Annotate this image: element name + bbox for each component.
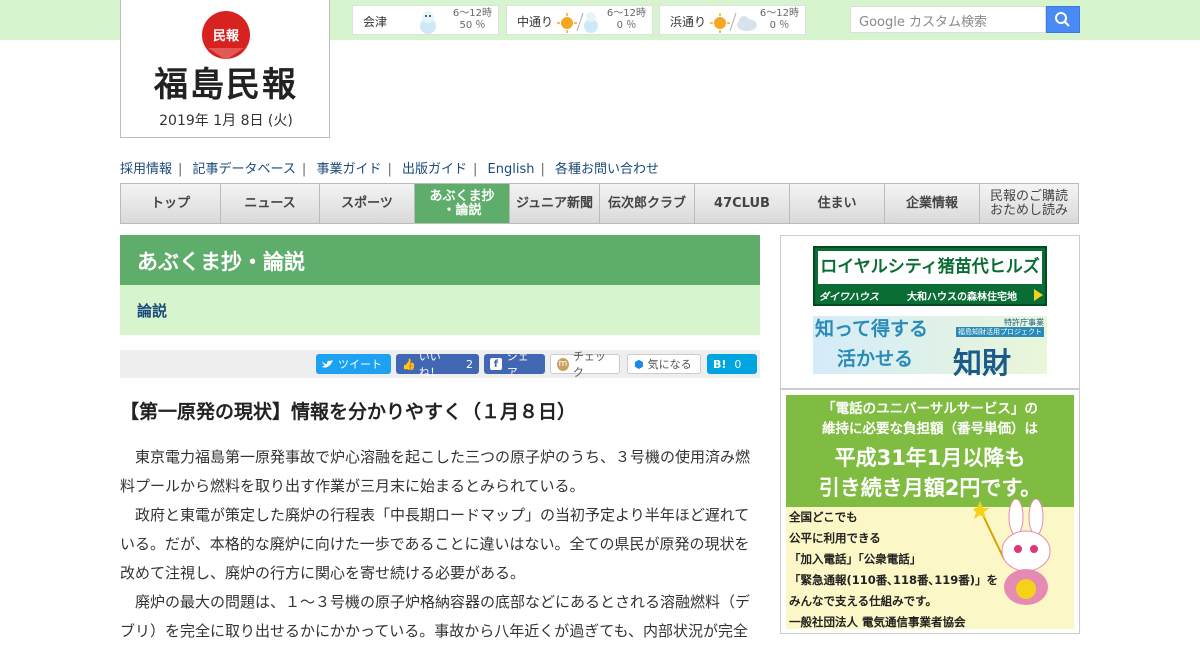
article-paragraph: 東京電力福島第一原発事故で炉心溶融を起こした三つの原子炉のうち、３号機の使用済み… [120, 448, 751, 495]
utilnav-contact[interactable]: 各種お問い合わせ [555, 162, 659, 177]
weather-time: 6～12時 [759, 8, 799, 19]
daiwa-logo: ダイワハウス [819, 292, 879, 303]
logo-brand: 福島民報 [153, 65, 298, 105]
arrow-right-icon [1034, 289, 1043, 301]
universal-line4: 「緊急通報(110番､118番､119番)」を [789, 573, 999, 587]
masthead-date: 2019年 1月 8日 (火) [159, 113, 293, 129]
weather-city: 浜通り [670, 15, 707, 29]
like-count: 2 [466, 357, 473, 371]
nav-top[interactable]: トップ [121, 184, 221, 223]
utilnav-business-guide[interactable]: 事業ガイド [316, 162, 381, 177]
article-body: 東京電力福島第一原発事故で炉心溶融を起こした三つの原子炉のうち、３号機の使用済み… [120, 443, 752, 646]
weather-aizu[interactable]: 会津 6～12時 50 ％ [352, 5, 499, 35]
minpo-logo-icon: 民報 福島民報 [153, 11, 298, 105]
weather-time: 6～12時 [452, 8, 492, 19]
like-label: いいね！ [418, 350, 441, 379]
logo-seal: 民報 [213, 28, 240, 44]
tweet-label: ツイート [338, 358, 382, 371]
twitter-icon [322, 360, 333, 368]
chizai-tag2: 福島知財活用プロジェクト [956, 327, 1044, 337]
nav-company-info[interactable]: 企業情報 [885, 184, 980, 223]
weather-rain: 50 ％ [459, 20, 486, 31]
sidebar-ads: ロイヤルシティ猪苗代ヒルズ ダイワハウス 大和ハウスの森林住宅地 知って得する … [780, 235, 1080, 389]
universal-head1: 「電話のユニバーサルサービス」の [822, 401, 1038, 417]
weather-city: 中通り [517, 15, 554, 29]
site-search: Google カスタム検索 [850, 6, 1080, 33]
chizai-banner[interactable]: 知って得する 活かせる 知財 特許庁事業 福島知財活用プロジェクト [813, 316, 1047, 380]
utilnav-english[interactable]: English [488, 162, 535, 177]
global-nav: トップ ニュース スポーツ あぶくま抄 ・論説 ジュニア新聞 伝次郎クラブ 47… [120, 183, 1079, 224]
facebook-like-button[interactable]: 👍 いいね！ 2 [396, 350, 479, 379]
share-label: シェア [506, 350, 529, 379]
universal-line5: みんなで支える仕組みです。 [789, 594, 938, 608]
chizai-line2: 活かせる [837, 348, 914, 370]
sun-cloud-icon [710, 9, 758, 39]
hatena-bookmark-button[interactable]: B! 0 [707, 354, 757, 374]
share-bar: ツイート 👍 いいね！ 2 f シェア m チェック ⬢ 気になる B! 0 [120, 350, 760, 379]
nav-denjiro-club[interactable]: 伝次郎クラブ [600, 184, 695, 223]
utilnav-article-database[interactable]: 記事データベース [193, 162, 296, 177]
royal-city-title: ロイヤルシティ猪苗代ヒルズ [818, 251, 1042, 284]
search-input[interactable]: Google カスタム検索 [850, 6, 1046, 33]
universal-service-ad[interactable]: 「電話のユニバーサルサービス」の 維持に必要な負担額（番号単価）は 平成31年1… [780, 389, 1080, 634]
universal-big1: 平成31年1月以降も [834, 446, 1026, 470]
nav-news[interactable]: ニュース [221, 184, 320, 223]
search-icon [1055, 12, 1070, 27]
royal-city-banner[interactable]: ロイヤルシティ猪苗代ヒルズ ダイワハウス 大和ハウスの森林住宅地 [813, 246, 1047, 306]
section-title: あぶくま抄・論説 [120, 235, 760, 285]
utility-nav: 採用情報 | 記事データベース | 事業ガイド | 出版ガイド | English | 各… [120, 162, 660, 177]
masthead-logo[interactable]: 民報 福島民報 2019年 1月 8日 (火) [120, 0, 330, 138]
article-paragraph: 廃炉の最大の問題は、１～３号機の原子炉格納容器の底部などにあるとされる溶融燃料（… [120, 593, 751, 640]
utilnav-publishing-guide[interactable]: 出版ガイド [402, 162, 467, 177]
weather-nakadori[interactable]: 中通り 6～12時 0 ％ [506, 5, 653, 35]
utilnav-recruit[interactable]: 採用情報 [120, 162, 172, 177]
nav-housing[interactable]: 住まい [790, 184, 885, 223]
universal-line2: 公平に利用できる [789, 531, 881, 545]
thumbs-up-icon: 👍 [402, 357, 416, 371]
mixi-like-button[interactable]: ⬢ 気になる [627, 354, 701, 374]
check-label: チェック [572, 350, 606, 379]
article-headline: 【第一原発の現状】情報を分かりやすく（１月８日） [120, 401, 577, 423]
universal-line1: 全国どこでも [789, 510, 858, 524]
universal-ad-header: 「電話のユニバーサルサービス」の 維持に必要な負担額（番号単価）は 平成31年1… [786, 395, 1074, 507]
rabbit-mascot-icon [974, 499, 1051, 605]
chizai-big: 知財 [953, 346, 1012, 380]
mixi-check-button[interactable]: m チェック [550, 350, 620, 379]
nav-sports[interactable]: スポーツ [320, 184, 415, 223]
snowman-icon [415, 9, 441, 39]
weather-hamadori[interactable]: 浜通り 6～12時 0 ％ [659, 5, 806, 35]
weather-city: 会津 [363, 15, 388, 29]
tweet-button[interactable]: ツイート [316, 354, 391, 374]
sun-snowman-icon [557, 9, 601, 39]
nav-47club[interactable]: 47CLUB [695, 184, 790, 223]
hexagon-icon: ⬢ [634, 357, 644, 371]
weather-time: 6～12時 [606, 8, 646, 19]
facebook-icon: f [490, 358, 502, 370]
article-paragraph: 政府と東電が策定した廃炉の行程表「中長期ロードマップ」の当初予定より半年ほど遅れ… [120, 506, 750, 582]
universal-ad-body: 全国どこでも 公平に利用できる 「加入電話」「公衆電話」 「緊急通報(110番､… [786, 499, 1074, 629]
search-button[interactable] [1046, 6, 1080, 33]
nav-abukumasho-editorial[interactable]: あぶくま抄 ・論説 [415, 184, 510, 223]
mixi-icon: m [557, 357, 569, 371]
hatena-icon: B! [713, 357, 727, 371]
nav-subscribe[interactable]: 民報のご購読 おためし読み [980, 184, 1078, 223]
section-subtitle[interactable]: 論説 [120, 285, 760, 335]
nav-junior-news[interactable]: ジュニア新聞 [510, 184, 600, 223]
mixi-like-label: 気になる [647, 358, 692, 371]
royal-city-subtitle: 大和ハウスの森林住宅地 [907, 292, 1017, 303]
weather-rain: 0 ％ [616, 20, 637, 31]
universal-head2: 維持に必要な負担額（番号単価）は [822, 421, 1038, 437]
hatena-count: 0 [734, 357, 742, 371]
universal-line3: 「加入電話」「公衆電話」 [789, 552, 922, 566]
weather-rain: 0 ％ [769, 20, 790, 31]
chizai-line1: 知って得する [815, 318, 929, 340]
facebook-share-button[interactable]: f シェア [484, 350, 545, 379]
